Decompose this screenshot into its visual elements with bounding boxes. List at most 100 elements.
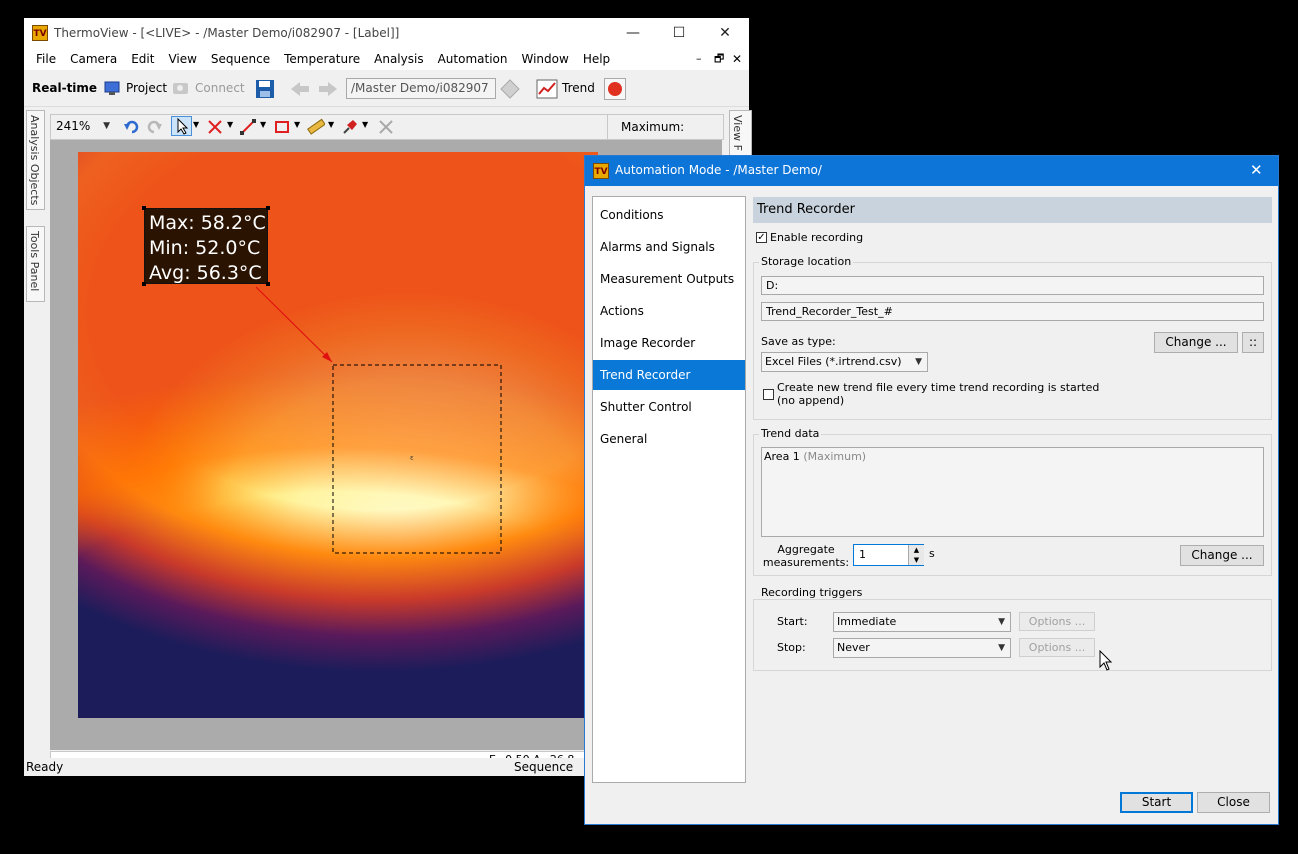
spot-tool-icon[interactable] <box>206 118 224 136</box>
menu-analysis[interactable]: Analysis <box>367 48 430 70</box>
label-pointer-line <box>255 286 333 363</box>
chevron-down-icon: ▼ <box>915 357 922 367</box>
new-file-label-line2: (no append) <box>777 394 845 407</box>
select-tool-button[interactable] <box>171 116 192 136</box>
storage-change-button[interactable]: Change ... <box>1154 332 1238 353</box>
line-tool-icon[interactable] <box>239 118 257 136</box>
left-side-panel: Analysis Objects Tools Panel <box>24 110 46 760</box>
save-as-type-select[interactable]: Excel Files (*.irtrend.csv) ▼ <box>761 352 928 372</box>
chevron-down-icon[interactable]: ▼ <box>260 120 266 129</box>
menu-temperature[interactable]: Temperature <box>277 48 367 70</box>
nav-item-shutter-control[interactable]: Shutter Control <box>593 392 745 422</box>
path-field[interactable]: /Master Demo/i082907 <box>346 78 496 99</box>
menu-sequence[interactable]: Sequence <box>204 48 277 70</box>
record-icon <box>608 82 622 96</box>
enable-recording-checkbox[interactable]: ✓ <box>756 232 767 243</box>
nav-item-trend-recorder[interactable]: Trend Recorder <box>593 360 745 390</box>
pin-tool-icon[interactable] <box>341 118 359 136</box>
trend-data-item[interactable]: Area 1 (Maximum) <box>764 450 866 463</box>
aggregate-stepper[interactable]: 1 ▲ ▼ <box>853 544 924 566</box>
forward-arrow-icon[interactable] <box>318 81 338 97</box>
new-file-checkbox[interactable] <box>763 389 774 400</box>
mdi-restore-button[interactable]: 🗗 <box>714 48 724 70</box>
save-icon[interactable] <box>255 79 275 99</box>
nav-item-actions[interactable]: Actions <box>593 296 745 326</box>
tab-view[interactable]: View F <box>729 110 752 160</box>
chevron-down-icon[interactable]: ▼ <box>294 120 300 129</box>
minimize-button[interactable]: — <box>610 18 656 48</box>
redo-icon[interactable] <box>145 118 163 136</box>
save-as-type-label: Save as type: <box>761 335 836 348</box>
ruler-tool-icon[interactable] <box>307 118 326 136</box>
section-title: Trend Recorder <box>753 197 1272 223</box>
stop-options-button[interactable]: Options ... <box>1019 638 1095 657</box>
chevron-down-icon: ▼ <box>998 643 1005 653</box>
label-min: Min: 52.0°C <box>149 237 261 259</box>
connect-button[interactable]: Connect <box>195 70 245 106</box>
record-button[interactable] <box>604 78 626 100</box>
trend-item-detail: (Maximum) <box>803 450 867 463</box>
resize-handle[interactable] <box>142 282 146 286</box>
menu-automation[interactable]: Automation <box>431 48 515 70</box>
new-file-label: Create new trend file every time trend r… <box>777 381 1099 407</box>
resize-handle[interactable] <box>142 206 146 210</box>
chevron-down-icon[interactable]: ▼ <box>193 120 199 129</box>
delete-icon[interactable] <box>377 118 395 136</box>
chevron-down-icon[interactable]: ▼ <box>362 120 368 129</box>
mdi-minimize-button[interactable]: – <box>696 48 702 70</box>
main-window-title: ThermoView - [<LIVE> - /Master Demo/i082… <box>54 26 400 40</box>
storage-options-button[interactable]: :: <box>1242 332 1264 353</box>
menu-help[interactable]: Help <box>576 48 617 70</box>
trend-item-name: Area 1 <box>764 450 800 463</box>
trend-data-change-button[interactable]: Change ... <box>1180 545 1264 566</box>
trend-button[interactable]: Trend <box>562 70 595 106</box>
trigger-stop-value: Never <box>837 641 870 654</box>
navigate-icon[interactable] <box>500 79 520 99</box>
dialog-close-button[interactable]: ✕ <box>1250 161 1263 179</box>
trend-data-list[interactable]: Area 1 (Maximum) <box>761 447 1264 537</box>
back-arrow-icon[interactable] <box>290 81 310 97</box>
maximize-button[interactable]: ☐ <box>656 18 702 48</box>
app-logo-icon: TV <box>593 163 609 179</box>
trigger-start-select[interactable]: Immediate ▼ <box>833 612 1011 632</box>
close-button[interactable]: ✕ <box>702 18 748 48</box>
resize-handle[interactable] <box>266 282 270 286</box>
tab-analysis-objects[interactable]: Analysis Objects <box>26 110 45 210</box>
chevron-down-icon[interactable]: ▼ <box>227 120 233 129</box>
trigger-start-value: Immediate <box>837 615 897 628</box>
trigger-stop-select[interactable]: Never ▼ <box>833 638 1011 658</box>
measurement-area-rectangle[interactable] <box>332 364 502 554</box>
undo-icon[interactable] <box>123 118 141 136</box>
nav-item-measurement-outputs[interactable]: Measurement Outputs <box>593 264 745 294</box>
mdi-close-button[interactable]: ✕ <box>732 48 742 70</box>
tab-tools-panel-label: Tools Panel <box>28 231 41 292</box>
zoom-select[interactable]: 241% ▼ <box>53 116 115 137</box>
settings-nav: Conditions Alarms and Signals Measurement … <box>592 196 746 783</box>
menu-window[interactable]: Window <box>514 48 575 70</box>
menu-file[interactable]: File <box>29 48 63 70</box>
tab-tools-panel[interactable]: Tools Panel <box>26 226 45 302</box>
nav-item-conditions[interactable]: Conditions <box>593 200 745 230</box>
status-sequence: Sequence <box>514 760 574 774</box>
dialog-titlebar[interactable]: TV Automation Mode - /Master Demo/ ✕ <box>585 156 1278 186</box>
rectangle-tool-icon[interactable] <box>273 118 291 136</box>
stepper-up-icon[interactable]: ▲ <box>908 545 924 555</box>
main-titlebar[interactable]: TV ThermoView - [<LIVE> - /Master Demo/i… <box>24 18 749 48</box>
nav-item-alarms-and-signals[interactable]: Alarms and Signals <box>593 232 745 262</box>
stepper-down-icon[interactable]: ▼ <box>908 555 924 565</box>
nav-item-general[interactable]: General <box>593 424 745 454</box>
start-options-button[interactable]: Options ... <box>1019 612 1095 631</box>
storage-filename-field[interactable]: Trend_Recorder_Test_# <box>761 302 1264 321</box>
resize-handle[interactable] <box>266 206 270 210</box>
menu-edit[interactable]: Edit <box>124 48 161 70</box>
realtime-label[interactable]: Real-time <box>32 70 97 106</box>
project-button[interactable]: Project <box>126 70 167 106</box>
chevron-down-icon[interactable]: ▼ <box>328 120 334 129</box>
start-button[interactable]: Start <box>1120 792 1193 813</box>
nav-item-image-recorder[interactable]: Image Recorder <box>593 328 745 358</box>
menu-camera[interactable]: Camera <box>63 48 124 70</box>
storage-drive-field[interactable]: D: <box>761 276 1264 295</box>
menu-view[interactable]: View <box>161 48 203 70</box>
close-dialog-button[interactable]: Close <box>1197 792 1270 813</box>
measurement-label-box[interactable]: Max: 58.2°C Min: 52.0°C Avg: 56.3°C <box>144 208 268 284</box>
